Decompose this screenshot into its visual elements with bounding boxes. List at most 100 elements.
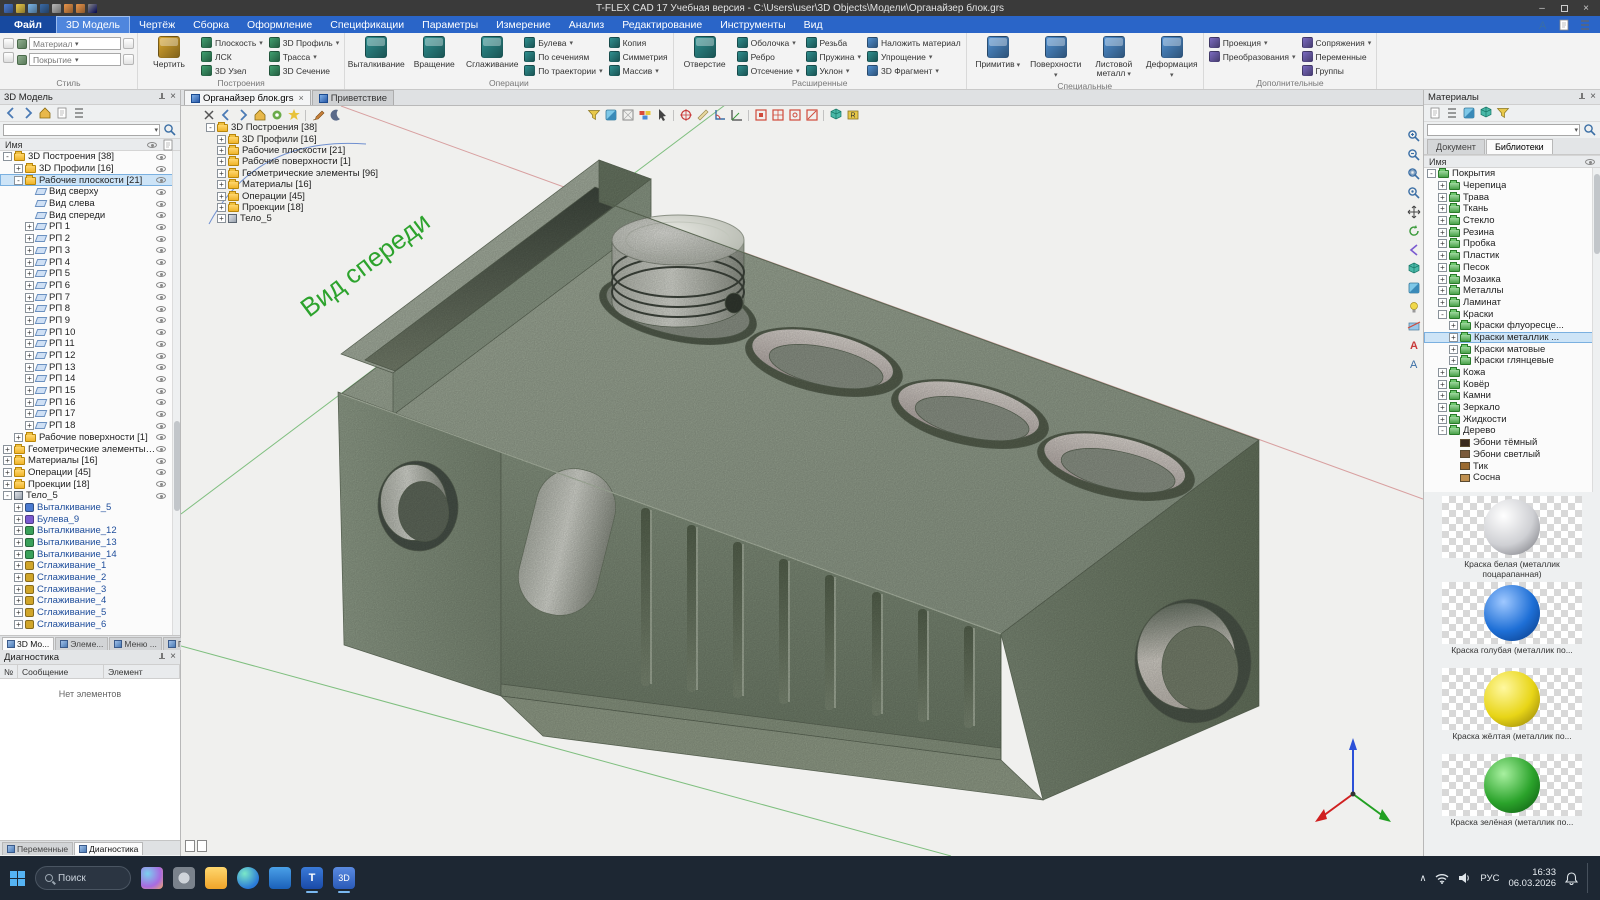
expand-icon[interactable]: + xyxy=(14,526,23,535)
collapse-icon[interactable]: - xyxy=(206,123,215,132)
tree-item[interactable]: +Резина xyxy=(1424,226,1600,238)
tree-item[interactable]: +Операции [45] xyxy=(203,190,403,201)
3d-viewport[interactable]: Вид спереди R -3D Построения [38]+3D Про… xyxy=(181,106,1423,856)
visibility-eye-icon[interactable] xyxy=(156,376,166,382)
previous-view-icon[interactable] xyxy=(1406,242,1421,257)
workplane-grid-icon[interactable] xyxy=(770,108,785,123)
visibility-column-icon[interactable] xyxy=(147,142,157,148)
expand-icon[interactable]: + xyxy=(217,203,226,212)
visibility-eye-icon[interactable] xyxy=(156,469,166,475)
visibility-eye-icon[interactable] xyxy=(156,353,166,359)
diagnostics-column-Элемент[interactable]: Элемент xyxy=(104,665,180,678)
collapse-icon[interactable]: - xyxy=(14,176,23,185)
expand-icon[interactable]: + xyxy=(25,374,34,383)
expand-icon[interactable]: + xyxy=(1438,251,1447,260)
tree-item[interactable]: +Геометрические элементы [96] xyxy=(203,168,403,179)
new-file-icon[interactable] xyxy=(16,4,25,13)
zoom-window-icon[interactable] xyxy=(1406,166,1421,181)
tree-item[interactable]: +Стекло xyxy=(1424,215,1600,227)
tray-chevron-icon[interactable]: ∧ xyxy=(1419,873,1426,884)
tree-item[interactable]: +РП 16 xyxy=(0,396,180,408)
taskbar-search[interactable]: Поиск xyxy=(35,866,131,890)
maximize-button[interactable] xyxy=(1554,1,1574,15)
visibility-eye-icon[interactable] xyxy=(156,212,166,218)
expand-icon[interactable]: + xyxy=(14,433,23,442)
ribbon-button-Поверхности[interactable]: Поверхности ▾ xyxy=(1028,34,1084,80)
print-icon[interactable] xyxy=(52,4,61,13)
panel-tab-Элеме...[interactable]: Элеме... xyxy=(55,637,108,650)
copilot-icon[interactable] xyxy=(141,867,163,889)
diagnostics-column-№[interactable]: № xyxy=(0,665,18,678)
menu-Спецификации[interactable]: Спецификации xyxy=(321,16,413,33)
tree-item[interactable]: +Ламинат xyxy=(1424,297,1600,309)
expand-icon[interactable]: + xyxy=(1438,391,1447,400)
expand-icon[interactable]: + xyxy=(1449,356,1458,365)
materials-filter-icon[interactable] xyxy=(1495,106,1510,121)
show-desktop-button[interactable] xyxy=(1587,863,1590,893)
workplane-circle-icon[interactable] xyxy=(787,108,802,123)
tree-item[interactable]: +РП 11 xyxy=(0,338,180,350)
diagnostics-column-Сообщение[interactable]: Сообщение xyxy=(18,665,104,678)
material-card[interactable]: Краска зелёная (металлик по... xyxy=(1424,754,1600,837)
zoom-extents-icon[interactable] xyxy=(1406,185,1421,200)
store-icon[interactable] xyxy=(269,867,291,889)
expand-icon[interactable]: + xyxy=(25,328,34,337)
ribbon-button-Переменные[interactable]: Переменные xyxy=(1300,50,1374,63)
ribbon-button-Копия[interactable]: Копия xyxy=(607,36,670,49)
expand-icon[interactable]: + xyxy=(1438,228,1447,237)
tree-item[interactable]: +Краски глянцевые xyxy=(1424,355,1600,367)
ribbon-button-Листовой металл[interactable]: Листовой металл ▾ xyxy=(1086,34,1142,79)
tree-item[interactable]: Сосна xyxy=(1424,472,1600,484)
visibility-eye-icon[interactable] xyxy=(156,434,166,440)
tree-item[interactable]: +Краски металлик ... xyxy=(1424,332,1600,344)
search-icon[interactable] xyxy=(162,123,177,138)
ribbon-button-ЛСК[interactable]: ЛСК xyxy=(199,50,265,63)
expand-icon[interactable]: + xyxy=(14,538,23,547)
expand-icon[interactable]: + xyxy=(1438,216,1447,225)
tree-item[interactable]: +3D Профили [16] xyxy=(203,133,403,144)
tree-item[interactable]: +РП 15 xyxy=(0,385,180,397)
expand-icon[interactable]: + xyxy=(1438,298,1447,307)
scrollbar[interactable] xyxy=(1592,168,1600,492)
tree-item[interactable]: +Выталкивание_13 xyxy=(0,537,180,549)
ribbon-button-По сечениям[interactable]: По сечениям xyxy=(522,50,604,63)
notifications-bell-icon[interactable] xyxy=(1565,872,1578,885)
menu-Измерение[interactable]: Измерение xyxy=(487,16,560,33)
ribbon-button-Деформация[interactable]: Деформация ▾ xyxy=(1144,34,1200,80)
expand-icon[interactable]: + xyxy=(1438,415,1447,424)
expand-icon[interactable]: + xyxy=(14,585,23,594)
settings-gear-icon[interactable] xyxy=(173,867,195,889)
minimize-button[interactable]: – xyxy=(1532,1,1552,15)
materials-search-combo[interactable]: ▾ xyxy=(1427,124,1580,136)
pick-target-icon[interactable] xyxy=(678,108,693,123)
visibility-eye-icon[interactable] xyxy=(156,189,166,195)
close-icon[interactable] xyxy=(201,108,216,123)
tree-item[interactable]: +Краски флуоресце... xyxy=(1424,320,1600,332)
ribbon-button-3D Сечение[interactable]: 3D Сечение xyxy=(267,64,341,77)
explorer-folder-icon[interactable] xyxy=(205,867,227,889)
expand-icon[interactable]: + xyxy=(25,222,34,231)
shading-icon[interactable] xyxy=(1406,280,1421,295)
close-button[interactable]: × xyxy=(1576,1,1596,15)
selection-filter-icon[interactable] xyxy=(586,108,601,123)
undo-icon[interactable] xyxy=(64,4,73,13)
expand-icon[interactable]: + xyxy=(14,164,23,173)
eyedropper-icon[interactable] xyxy=(123,54,134,65)
visibility-column-icon[interactable] xyxy=(1585,159,1595,165)
ribbon-button-Вращение[interactable]: Вращение xyxy=(406,34,462,69)
ribbon-button-Чертить[interactable]: Чертить xyxy=(141,34,197,69)
materials-tree-icon[interactable] xyxy=(1478,106,1493,121)
document-tab-Приветствие[interactable]: Приветствие xyxy=(312,90,394,105)
tree-item[interactable]: +Сглаживание_1 xyxy=(0,560,180,572)
tree-item[interactable]: +Сглаживание_5 xyxy=(0,607,180,619)
menu-Оформление[interactable]: Оформление xyxy=(238,16,321,33)
ribbon-button-Отверстие[interactable]: Отверстие xyxy=(677,34,733,69)
tree-item[interactable]: +Пробка xyxy=(1424,238,1600,250)
zoom-out-icon[interactable] xyxy=(1406,147,1421,162)
wifi-icon[interactable] xyxy=(1435,872,1449,884)
expand-icon[interactable]: + xyxy=(25,363,34,372)
redo-icon[interactable] xyxy=(76,4,85,13)
tree-item[interactable]: +Краски матовые xyxy=(1424,343,1600,355)
expand-icon[interactable]: + xyxy=(25,351,34,360)
nav-back-icon[interactable] xyxy=(218,108,233,123)
